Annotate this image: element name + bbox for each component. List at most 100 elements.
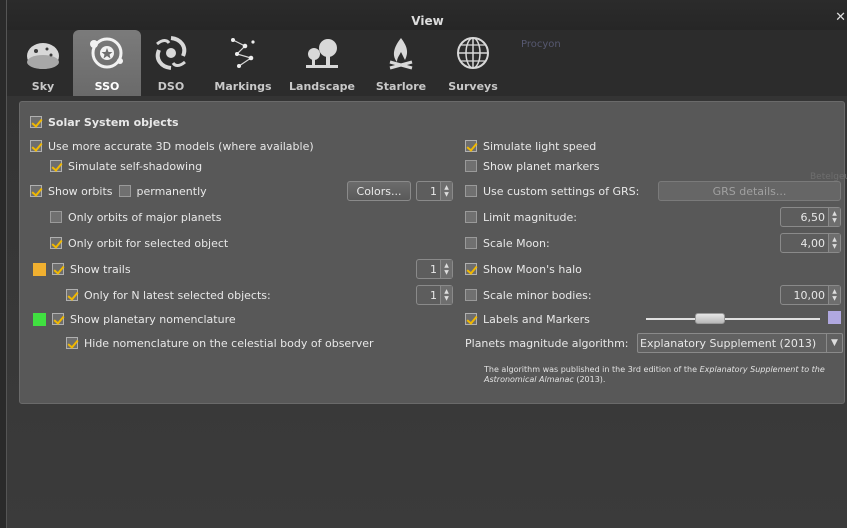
- orbits-spinbox[interactable]: 1 ▲ ▼: [416, 181, 453, 201]
- tab-label: DSO: [157, 80, 185, 93]
- planet-markers-checkbox[interactable]: [465, 160, 477, 172]
- scale-moon-spinbox[interactable]: 4,00 ▲ ▼: [780, 233, 841, 253]
- hide-nomenclature-checkbox[interactable]: [66, 337, 78, 349]
- scale-minor-checkbox[interactable]: [465, 289, 477, 301]
- tab-markings[interactable]: Markings: [211, 30, 275, 96]
- chevron-down-icon[interactable]: ▼: [826, 334, 842, 352]
- tab-starlore[interactable]: Starlore: [371, 30, 431, 96]
- tab-bar: Procyon Sky SSO DSO Markings Landscape S…: [7, 30, 847, 96]
- n-latest-spin-value: 1: [430, 288, 437, 302]
- algorithm-note: The algorithm was published in the 3rd e…: [484, 365, 834, 385]
- show-orbits-checkbox[interactable]: [30, 185, 42, 197]
- scale-moon-label: Scale Moon:: [483, 236, 550, 250]
- n-latest-checkbox[interactable]: [66, 289, 78, 301]
- labels-markers-label: Labels and Markers: [483, 312, 590, 326]
- show-orbits-label: Show orbits: [48, 184, 113, 198]
- labels-markers-row[interactable]: Labels and Markers: [465, 311, 590, 327]
- scale-moon-value: 4,00: [800, 236, 826, 250]
- nomenclature-color-swatch[interactable]: [33, 312, 46, 326]
- tab-surveys[interactable]: Surveys: [443, 30, 503, 96]
- sky-icon: [27, 43, 59, 69]
- window-title: View: [411, 14, 444, 28]
- orbits-spin-value: 1: [430, 184, 437, 198]
- nomenclature-row[interactable]: Show planetary nomenclature: [33, 311, 236, 327]
- light-speed-row[interactable]: Simulate light speed: [465, 138, 596, 154]
- tab-landscape[interactable]: Landscape: [287, 30, 357, 96]
- tab-label: Starlore: [375, 80, 427, 93]
- grs-checkbox[interactable]: [465, 185, 477, 197]
- scale-minor-spinbox[interactable]: 10,00 ▲ ▼: [780, 285, 841, 305]
- sso-settings-panel: Solar System objects Use more accurate 3…: [19, 101, 847, 404]
- background-star-label: Betelgeuse: [810, 172, 847, 182]
- self-shadowing-row[interactable]: Simulate self-shadowing: [50, 158, 202, 174]
- trails-spin-value: 1: [430, 262, 437, 276]
- light-speed-checkbox[interactable]: [465, 140, 477, 152]
- accurate-3d-row[interactable]: Use more accurate 3D models (where avail…: [30, 138, 314, 154]
- scale-moon-checkbox[interactable]: [465, 237, 477, 249]
- spin-arrows-icon[interactable]: ▲ ▼: [440, 182, 452, 200]
- slider-handle[interactable]: [695, 313, 726, 324]
- scale-minor-row[interactable]: Scale minor bodies:: [465, 287, 592, 303]
- selected-orbit-checkbox[interactable]: [50, 237, 62, 249]
- trails-spinbox[interactable]: 1 ▲ ▼: [416, 259, 453, 279]
- major-planets-checkbox[interactable]: [50, 211, 62, 223]
- grs-label: Use custom settings of GRS:: [483, 184, 640, 198]
- permanently-checkbox[interactable]: [118, 185, 131, 197]
- spin-arrows-icon[interactable]: ▲ ▼: [828, 234, 840, 252]
- magnitude-algorithm-label: Planets magnitude algorithm:: [465, 336, 629, 350]
- limit-magnitude-checkbox[interactable]: [465, 211, 477, 223]
- solar-system-checkbox[interactable]: [30, 116, 42, 128]
- note-prefix: The algorithm was published in the 3rd e…: [484, 365, 700, 374]
- grs-details-button[interactable]: GRS details...: [658, 181, 841, 201]
- show-orbits-row[interactable]: Show orbits permanently: [30, 183, 207, 199]
- tab-sso[interactable]: SSO: [73, 30, 141, 96]
- light-speed-label: Simulate light speed: [483, 139, 597, 153]
- show-trails-checkbox[interactable]: [52, 263, 64, 275]
- tab-label: Surveys: [448, 80, 498, 93]
- major-planets-row[interactable]: Only orbits of major planets: [50, 209, 221, 225]
- tab-sky[interactable]: Sky: [21, 30, 65, 96]
- moon-halo-checkbox[interactable]: [465, 263, 477, 275]
- grs-row[interactable]: Use custom settings of GRS:: [465, 183, 639, 199]
- limit-magnitude-value: 6,50: [800, 210, 826, 224]
- moon-halo-label: Show Moon's halo: [483, 262, 582, 276]
- trails-color-swatch[interactable]: [33, 262, 46, 276]
- spin-arrows-icon[interactable]: ▲ ▼: [440, 286, 452, 304]
- solar-system-objects-row[interactable]: Solar System objects: [30, 114, 179, 130]
- labels-markers-checkbox[interactable]: [465, 313, 477, 325]
- labels-markers-slider[interactable]: [646, 318, 820, 320]
- magnitude-algorithm-row: Planets magnitude algorithm:: [465, 335, 629, 351]
- accurate-3d-checkbox[interactable]: [30, 140, 42, 152]
- spin-arrows-icon[interactable]: ▲ ▼: [440, 260, 452, 278]
- constellation-icon: [231, 38, 255, 68]
- tab-label: Markings: [214, 80, 272, 93]
- n-latest-spinbox[interactable]: 1 ▲ ▼: [416, 285, 453, 305]
- tab-dso[interactable]: DSO: [149, 30, 193, 96]
- title-bar[interactable]: View ✕: [7, 0, 847, 30]
- hide-nomenclature-row[interactable]: Hide nomenclature on the celestial body …: [66, 335, 374, 351]
- scale-minor-label: Scale minor bodies:: [483, 288, 592, 302]
- magnitude-algorithm-select[interactable]: Explanatory Supplement (2013) ▼: [637, 333, 843, 353]
- selected-orbit-row[interactable]: Only orbit for selected object: [50, 235, 228, 251]
- nomenclature-checkbox[interactable]: [52, 313, 64, 325]
- labels-color-swatch[interactable]: [828, 311, 841, 324]
- close-icon[interactable]: ✕: [835, 10, 846, 25]
- self-shadowing-checkbox[interactable]: [50, 160, 62, 172]
- tab-label: Sky: [31, 80, 55, 93]
- limit-magnitude-spinbox[interactable]: 6,50 ▲ ▼: [780, 207, 841, 227]
- colors-button[interactable]: Colors...: [347, 181, 411, 201]
- spin-arrows-icon[interactable]: ▲ ▼: [828, 286, 840, 304]
- spin-arrows-icon[interactable]: ▲ ▼: [828, 208, 840, 226]
- moon-halo-row[interactable]: Show Moon's halo: [465, 261, 582, 277]
- landscape-icon: [306, 39, 338, 68]
- selected-orbit-label: Only orbit for selected object: [68, 236, 229, 250]
- sso-icon: [90, 37, 123, 69]
- scale-moon-row[interactable]: Scale Moon:: [465, 235, 550, 251]
- background-star-label: Procyon: [521, 39, 561, 50]
- limit-magnitude-row[interactable]: Limit magnitude:: [465, 209, 577, 225]
- limit-magnitude-label: Limit magnitude:: [483, 210, 577, 224]
- n-latest-row[interactable]: Only for N latest selected objects:: [66, 287, 271, 303]
- view-window: View ✕ Procyon Sky SSO DSO Markings Land…: [6, 0, 847, 528]
- planet-markers-row[interactable]: Show planet markers: [465, 158, 599, 174]
- show-trails-row[interactable]: Show trails: [33, 261, 131, 277]
